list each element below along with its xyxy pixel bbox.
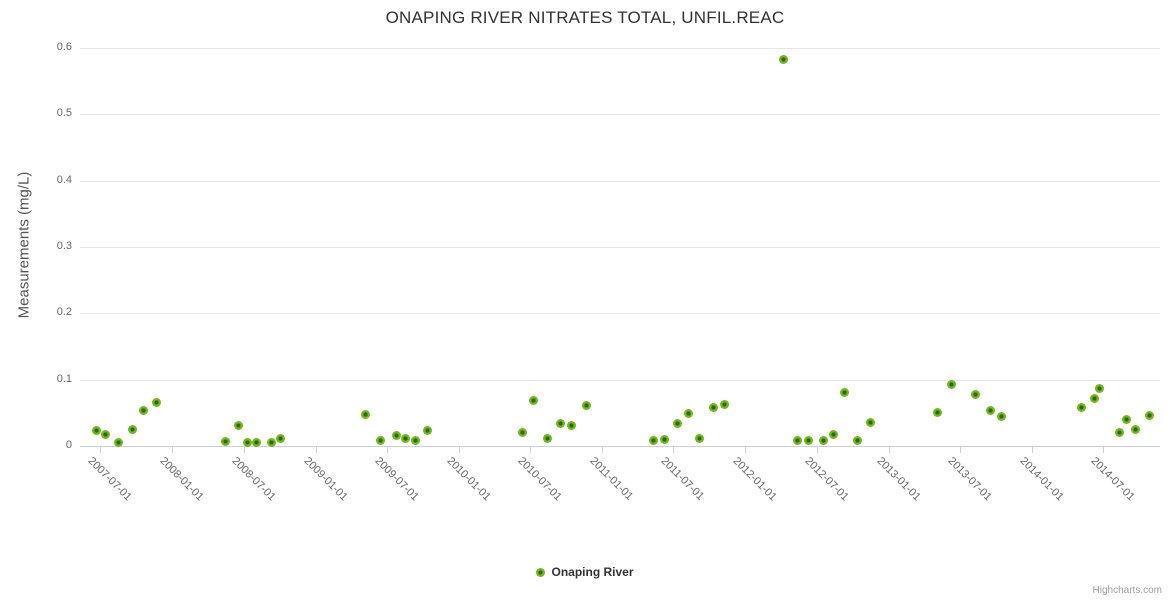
x-axis-tick-label: 2009-07-01 [372, 455, 421, 504]
data-point[interactable] [839, 388, 849, 398]
data-point[interactable] [138, 405, 148, 415]
data-point[interactable] [410, 436, 420, 446]
x-axis-tick [1032, 447, 1034, 453]
legend-marker-icon [536, 567, 546, 577]
x-axis-tick-label: 2012-07-01 [802, 455, 851, 504]
y-gridline [80, 180, 1160, 182]
x-axis-tick-label: 2012-01-01 [730, 455, 780, 504]
x-axis-tick-label: 2011-01-01 [587, 455, 636, 503]
x-axis-tick-label: 2014-01-01 [1017, 455, 1066, 504]
x-axis-tick [243, 447, 245, 453]
data-point[interactable] [555, 418, 565, 428]
data-point[interactable] [933, 407, 943, 417]
data-point[interactable] [1114, 428, 1124, 438]
data-point[interactable] [1089, 393, 1099, 403]
data-point[interactable] [1144, 410, 1154, 420]
data-point[interactable] [659, 434, 669, 444]
chart-title: ONAPING RIVER NITRATES TOTAL, UNFIL.REAC [385, 8, 785, 27]
scatter-chart: ONAPING RIVER NITRATES TOTAL, UNFIL.REAC… [0, 0, 1170, 600]
data-point[interactable] [946, 379, 956, 389]
data-point[interactable] [127, 424, 137, 434]
data-point[interactable] [708, 403, 718, 413]
y-axis-tick-label: 0.4 [56, 173, 72, 186]
data-point[interactable] [852, 436, 862, 446]
y-axis-tick-label: 0.3 [56, 240, 72, 252]
data-point[interactable] [684, 408, 694, 418]
data-point[interactable] [778, 54, 788, 64]
data-point[interactable] [1094, 384, 1104, 394]
y-gridline [80, 48, 1160, 49]
data-point[interactable] [361, 409, 371, 419]
data-point[interactable] [996, 411, 1006, 421]
data-point[interactable] [694, 434, 704, 444]
x-axis-line [80, 446, 1160, 447]
legend-series-label: Onaping River [551, 565, 634, 579]
x-axis-tick [602, 447, 604, 453]
y-gridline [80, 114, 1160, 116]
y-axis-tick-label: 0.1 [56, 372, 72, 385]
data-point[interactable] [720, 399, 730, 409]
data-point[interactable] [151, 397, 161, 407]
data-point[interactable] [865, 417, 875, 427]
data-point[interactable] [793, 435, 803, 445]
x-axis-tick-label: 2008-07-01 [229, 455, 278, 504]
x-axis-tick-label: 2010-01-01 [444, 455, 493, 504]
y-axis-tick-label: 0.6 [56, 41, 72, 53]
x-axis-tick-label: 2013-01-01 [874, 455, 923, 504]
x-axis-tick [959, 447, 961, 453]
legend[interactable]: Onaping River [0, 565, 1170, 579]
data-point[interactable] [233, 420, 243, 430]
x-axis-tick [315, 447, 317, 453]
x-axis-tick [1103, 447, 1105, 453]
x-axis-tick [100, 447, 101, 453]
data-point[interactable] [581, 401, 591, 411]
x-axis-tick-label: 2011-07-01 [658, 455, 707, 503]
data-point[interactable] [220, 436, 230, 446]
y-axis-tick-label: 0.5 [56, 107, 72, 120]
x-axis-tick [816, 447, 818, 453]
data-point[interactable] [91, 426, 101, 436]
x-axis-tick [673, 447, 675, 453]
x-axis-tick-label: 2010-07-01 [515, 455, 564, 504]
y-axis-tick-label: 0.2 [56, 306, 72, 319]
data-point[interactable] [985, 405, 995, 415]
y-gridline [80, 379, 1160, 381]
data-point[interactable] [100, 429, 110, 439]
data-point[interactable] [542, 433, 552, 443]
data-point[interactable] [566, 420, 576, 430]
x-axis-tick-label: 2013-07-01 [945, 455, 994, 504]
x-axis-tick-label: 2007-07-01 [85, 455, 134, 504]
data-point[interactable] [818, 435, 828, 445]
x-axis-tick [529, 447, 531, 453]
highcharts-credits-link[interactable]: Highcharts.com [1093, 585, 1162, 596]
data-point[interactable] [1121, 414, 1131, 424]
data-point[interactable] [375, 435, 385, 445]
x-axis-tick-label: 2009-01-01 [301, 455, 350, 504]
data-point[interactable] [517, 427, 527, 437]
data-point[interactable] [648, 435, 658, 445]
data-point[interactable] [400, 434, 410, 444]
y-axis-tick-label: 0 [65, 439, 72, 451]
data-point[interactable] [276, 433, 286, 443]
data-point[interactable] [828, 430, 838, 440]
x-axis-tick [888, 447, 890, 453]
data-point[interactable] [673, 418, 683, 428]
data-point[interactable] [970, 390, 980, 400]
x-axis-tick [172, 447, 174, 453]
data-point[interactable] [804, 435, 814, 445]
data-point[interactable] [422, 426, 432, 436]
x-axis-tick [458, 447, 460, 453]
x-axis-tick [745, 447, 747, 453]
x-axis-tick-label: 2008-01-01 [157, 455, 206, 504]
data-point[interactable] [528, 395, 538, 405]
x-axis-tick [386, 447, 388, 453]
data-point[interactable] [1076, 403, 1086, 413]
y-gridline [80, 247, 1160, 248]
data-point[interactable] [1130, 424, 1140, 434]
x-axis-tick-label: 2014-07-01 [1088, 455, 1137, 504]
data-point[interactable] [114, 437, 124, 447]
y-gridline [80, 313, 1160, 315]
